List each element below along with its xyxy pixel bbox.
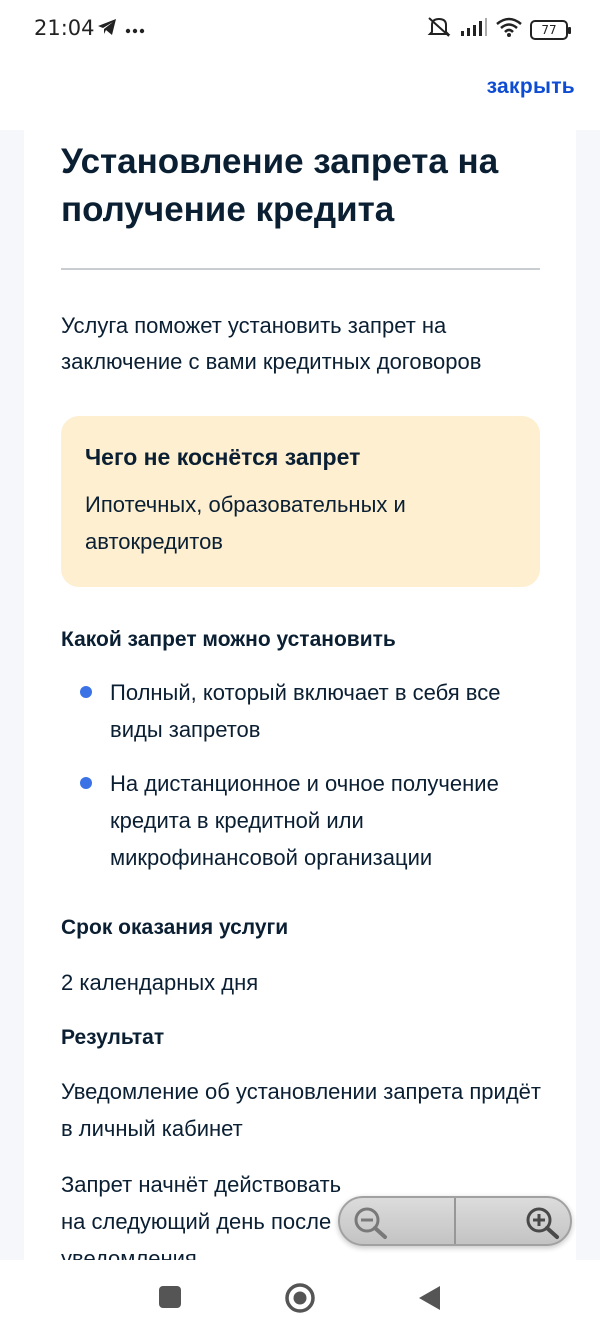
telegram-icon (97, 18, 117, 41)
note-title: Чего не коснётся запрет (85, 444, 361, 470)
status-time: 21:04 (34, 16, 95, 40)
zoom-out-button[interactable] (340, 1198, 456, 1244)
result-start-text: Запрет начнёт действовать на следующий д… (61, 1172, 342, 1260)
mute-icon (426, 16, 452, 43)
close-link[interactable]: закрыть (487, 75, 575, 99)
battery-icon: 77 (530, 19, 571, 40)
top-bar: закрыть (0, 60, 600, 130)
page-title: Установление запрета на получение кредит… (61, 142, 499, 229)
bullet-icon (80, 686, 92, 698)
term-title: Срок оказания услуги (61, 916, 289, 939)
ban-types-list: Полный, который включает в себя все виды… (61, 674, 541, 893)
zoom-in-icon (524, 1206, 564, 1244)
exclusion-note: Чего не коснётся запрет Ипотечных, образ… (61, 416, 540, 587)
recents-button[interactable] (158, 1285, 182, 1314)
term-value: 2 календарных дня (61, 970, 259, 995)
more-icon (125, 21, 145, 39)
bullet-icon (80, 777, 92, 789)
divider (61, 268, 540, 270)
status-bar: 21:04 77 (0, 0, 600, 60)
wifi-icon (496, 17, 522, 42)
system-nav-bar (0, 1260, 600, 1332)
ban-types-title: Какой запрет можно установить (61, 628, 396, 651)
result-text: Уведомление об установлении запрета прид… (61, 1079, 541, 1141)
signal-icon (460, 17, 488, 42)
home-button[interactable] (284, 1282, 316, 1319)
note-text: Ипотечных, образовательных и автокредито… (85, 492, 406, 554)
service-description: Услуга поможет установить запрет на закл… (61, 313, 482, 374)
result-title: Результат (61, 1026, 165, 1049)
service-card: Установление запрета на получение кредит… (24, 130, 576, 1260)
zoom-out-icon (352, 1206, 392, 1244)
list-item: На дистанционное и очное получение креди… (61, 765, 541, 876)
zoom-in-button[interactable] (456, 1198, 570, 1244)
back-button[interactable] (416, 1284, 442, 1317)
list-item: Полный, который включает в себя все виды… (61, 674, 541, 748)
list-item-text: На дистанционное и очное получение креди… (110, 771, 499, 870)
zoom-control[interactable] (338, 1196, 572, 1246)
list-item-text: Полный, который включает в себя все виды… (110, 680, 501, 742)
